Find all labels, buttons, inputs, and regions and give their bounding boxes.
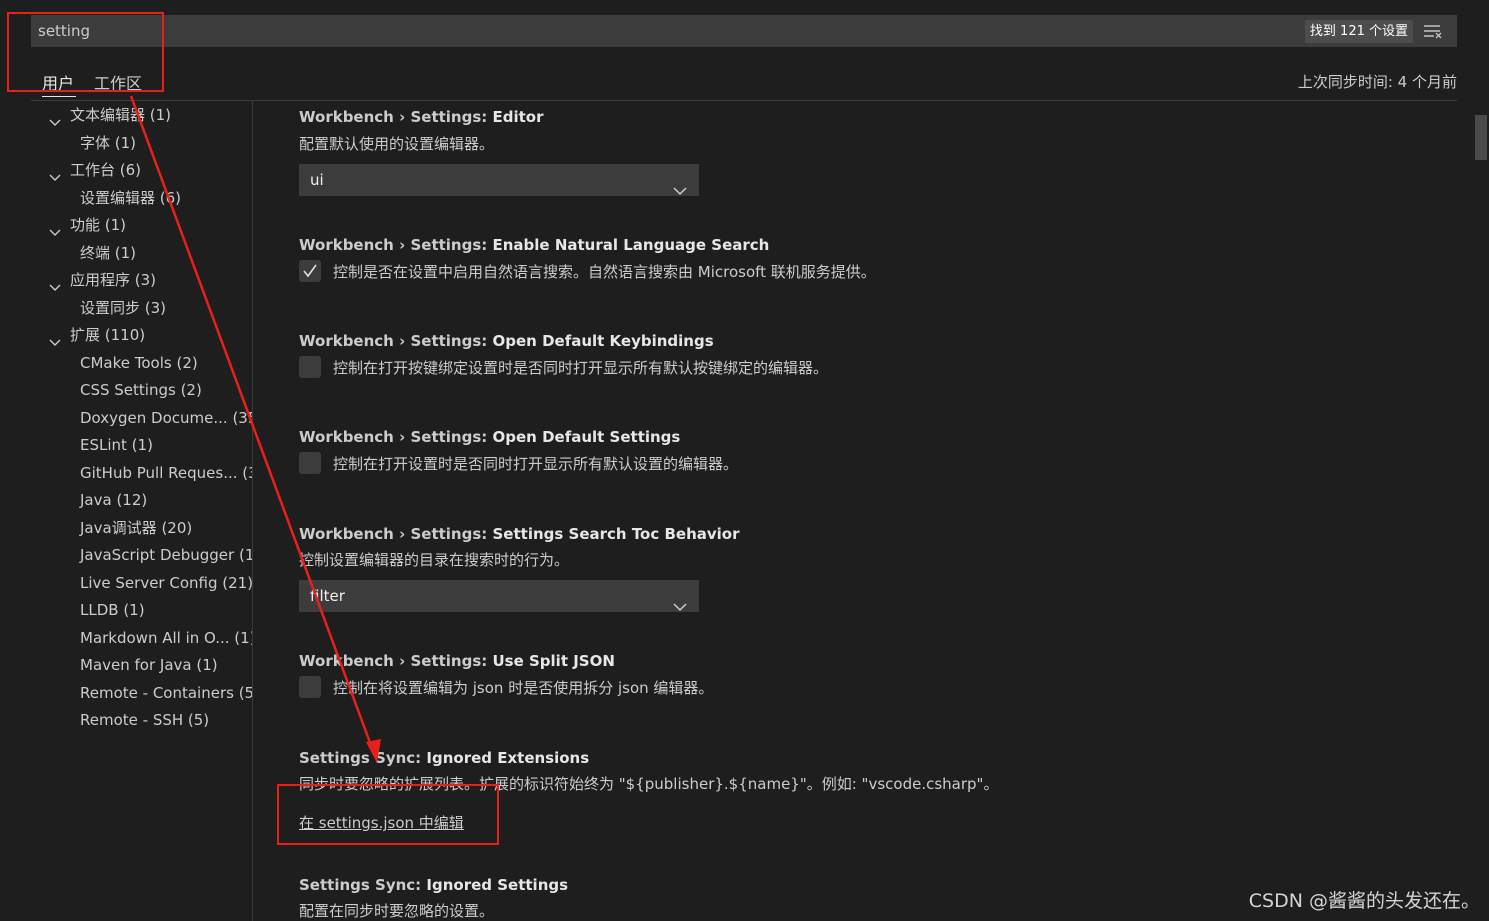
toc-item-label: 扩展 (110) <box>70 326 146 344</box>
setting-description: 控制是否在设置中启用自然语言搜索。自然语言搜索由 Microsoft 联机服务提… <box>333 263 876 281</box>
setting-name: Use Split JSON <box>492 652 615 670</box>
setting-category: Workbench › Settings: <box>299 652 493 670</box>
chevron-down-icon <box>49 330 61 346</box>
toc-item-label: CMake Tools (2) <box>80 353 198 372</box>
chevron-down-icon <box>49 110 61 126</box>
toc-item-label: JavaScript Debugger (1) <box>80 546 253 564</box>
toc-item-label: 终端 (1) <box>80 243 137 262</box>
setting-category: Workbench › Settings: <box>299 525 493 543</box>
setting-name: Enable Natural Language Search <box>492 236 770 254</box>
setting-name: Ignored Settings <box>426 876 569 894</box>
chevron-down-icon <box>673 175 687 196</box>
sync-status: 上次同步时间: 4 个月前 <box>1297 73 1457 91</box>
setting-title: Settings Sync: Ignored Extensions <box>299 749 589 767</box>
select-value: ui <box>310 171 324 189</box>
toc-item-label: Markdown All in O... (1) <box>80 628 253 647</box>
setting-category: Workbench › Settings: <box>299 332 493 350</box>
setting-title: Workbench › Settings: Open Default Setti… <box>299 428 680 446</box>
natural-language-search-checkbox[interactable] <box>299 260 321 282</box>
settings-search-input[interactable] <box>38 15 1238 47</box>
setting-description: 控制设置编辑器的目录在搜索时的行为。 <box>299 551 570 569</box>
setting-description: 控制在打开按键绑定设置时是否同时打开显示所有默认按键绑定的编辑器。 <box>333 359 829 377</box>
setting-category: Workbench › Settings: <box>299 108 493 126</box>
setting-description: 控制在将设置编辑为 json 时是否使用拆分 json 编辑器。 <box>333 679 714 697</box>
annotation-box-link <box>277 784 499 845</box>
toc-item-label: 设置同步 (3) <box>80 298 167 317</box>
toc-item-label: GitHub Pull Reques... (3) <box>80 463 253 482</box>
setting-title: Workbench › Settings: Settings Search To… <box>299 525 740 543</box>
setting-category: Workbench › Settings: <box>299 236 493 254</box>
watermark: CSDN @酱酱的头发还在。 <box>1248 890 1480 912</box>
result-count-badge: 找到 121 个设置 <box>1304 20 1413 43</box>
setting-title: Workbench › Settings: Use Split JSON <box>299 652 615 670</box>
setting-description: 配置在同步时要忽略的设置。 <box>299 902 495 920</box>
toc-item-label: 功能 (1) <box>70 216 127 234</box>
toc-item-label: Maven for Java (1) <box>80 656 218 674</box>
toc-item-label: 工作台 (6) <box>70 161 142 179</box>
select-value: filter <box>310 587 345 605</box>
check-icon <box>303 264 317 278</box>
chevron-down-icon <box>49 275 61 291</box>
use-split-json-checkbox[interactable] <box>299 676 321 698</box>
settings-search-bar: 找到 121 个设置 <box>31 15 1457 47</box>
toc-item-label: 应用程序 (3) <box>70 271 157 289</box>
setting-title: Workbench › Settings: Enable Natural Lan… <box>299 236 769 254</box>
toc-item-label: Java (12) <box>80 491 148 509</box>
toc-item-label: Remote - Containers (5) <box>80 683 253 702</box>
setting-category: Workbench › Settings: <box>299 428 493 446</box>
setting-description: 配置默认使用的设置编辑器。 <box>299 135 495 153</box>
setting-category: Settings Sync: <box>299 749 427 767</box>
setting-name: Open Default Keybindings <box>492 332 714 350</box>
toc-divider <box>252 101 253 921</box>
toc-item-label: Doxygen Docume... (35) <box>80 408 253 427</box>
annotation-box-search <box>7 12 164 92</box>
setting-description: 控制在打开设置时是否同时打开显示所有默认设置的编辑器。 <box>333 455 739 473</box>
clear-filter-icon[interactable] <box>1422 21 1444 41</box>
settings-toc: 文本编辑器 (1) 字体 (1) 工作台 (6) 设置编辑器 (6) 功能 (1) 终端 … <box>31 101 253 921</box>
toc-item-label: 字体 (1) <box>80 133 137 152</box>
setting-name: Editor <box>492 108 544 126</box>
toc-item-label: CSS Settings (2) <box>80 381 202 399</box>
setting-name: Settings Search Toc Behavior <box>492 525 740 543</box>
toc-item-label: 设置编辑器 (6) <box>80 188 182 207</box>
setting-name: Ignored Extensions <box>426 749 590 767</box>
setting-title: Settings Sync: Ignored Settings <box>299 876 568 894</box>
toc-item-label: Remote - SSH (5) <box>80 711 210 729</box>
scrollbar-thumb[interactable] <box>1475 115 1487 160</box>
toc-item-label: Java调试器 (20) <box>80 518 193 537</box>
setting-title: Workbench › Settings: Open Default Keybi… <box>299 332 714 350</box>
toc-item-label: ESLint (1) <box>80 436 153 454</box>
chevron-down-icon <box>49 165 61 181</box>
settings-editor-select[interactable]: ui <box>299 164 699 196</box>
setting-title: Workbench › Settings: Editor <box>299 108 544 126</box>
setting-name: Open Default Settings <box>492 428 681 446</box>
active-tab-indicator <box>42 96 76 97</box>
search-toc-behavior-select[interactable]: filter <box>299 580 699 612</box>
open-default-keybindings-checkbox[interactable] <box>299 356 321 378</box>
toc-item-label: LLDB (1) <box>80 601 145 619</box>
toc-item-label: 文本编辑器 (1) <box>70 106 172 124</box>
chevron-down-icon <box>673 591 687 612</box>
toc-item-label: Live Server Config (21) <box>80 573 253 592</box>
chevron-down-icon <box>49 220 61 236</box>
open-default-settings-checkbox[interactable] <box>299 452 321 474</box>
setting-category: Settings Sync: <box>299 876 427 894</box>
